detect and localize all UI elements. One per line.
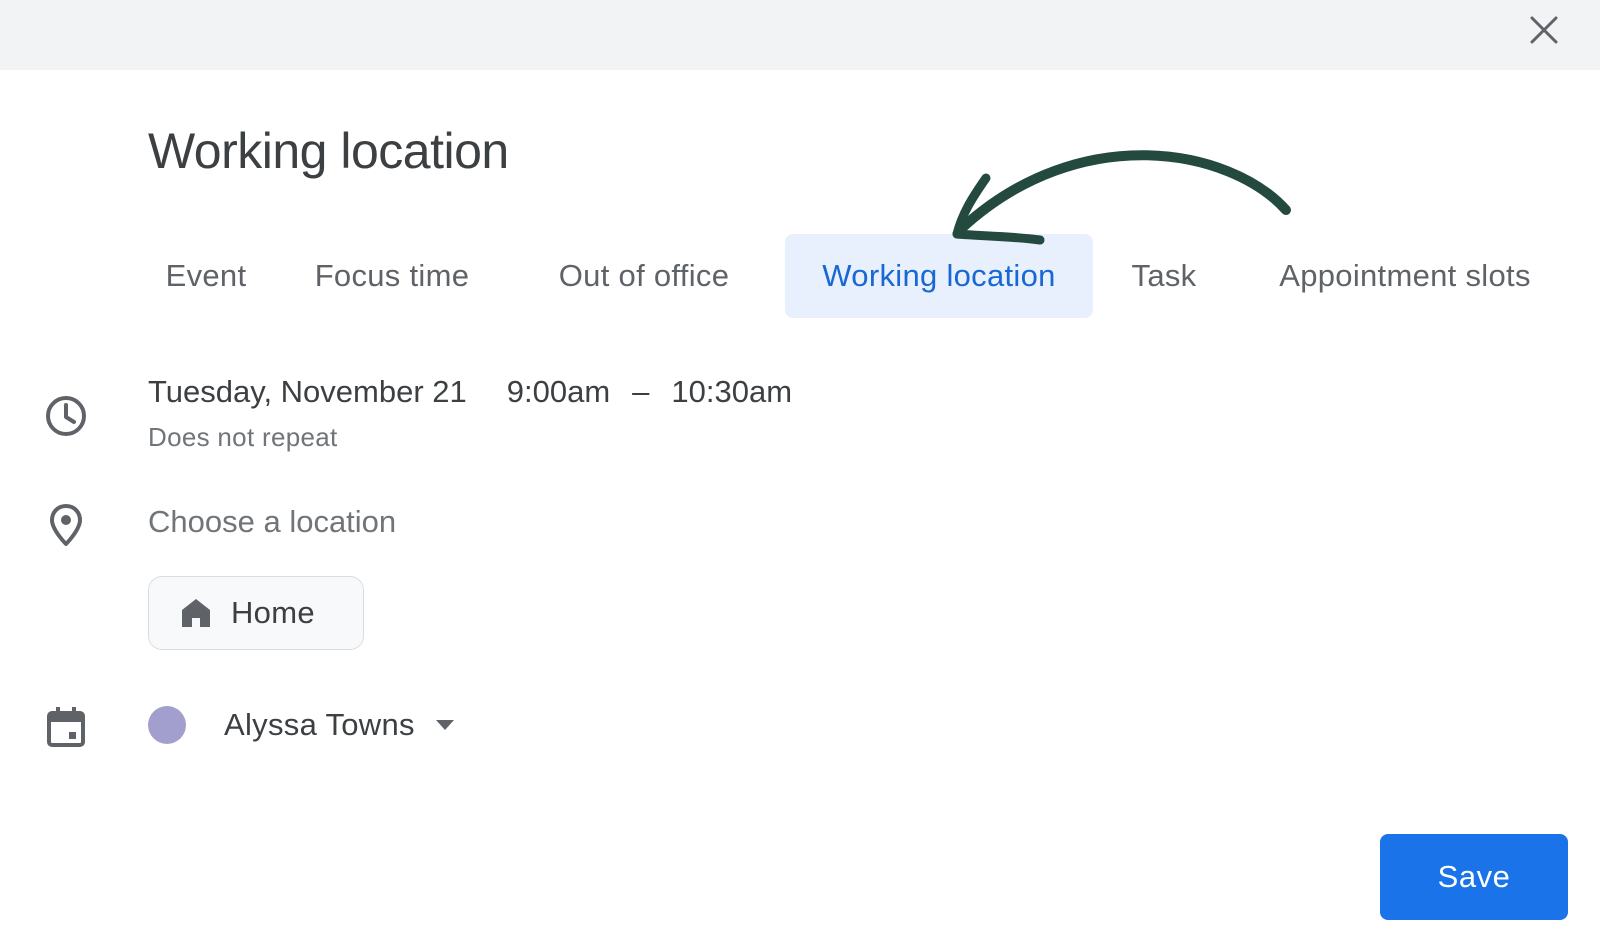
close-button[interactable] bbox=[1524, 10, 1564, 50]
repeat-selector[interactable]: Does not repeat bbox=[148, 422, 338, 453]
location-input[interactable] bbox=[148, 500, 748, 544]
time-separator: – bbox=[632, 374, 650, 409]
end-time-selector[interactable]: 10:30am bbox=[671, 374, 792, 410]
calendar-icon bbox=[46, 706, 86, 748]
date-time-line: Tuesday, November 21 9:00am – 10:30am bbox=[148, 374, 792, 410]
dialog-header-bar bbox=[0, 0, 1600, 70]
tab-out-of-office[interactable]: Out of office bbox=[526, 234, 762, 318]
calendar-color-dot bbox=[148, 706, 186, 744]
tab-appointment-slots[interactable]: Appointment slots bbox=[1250, 234, 1560, 318]
close-icon bbox=[1530, 16, 1558, 44]
tab-focus-time[interactable]: Focus time bbox=[288, 234, 496, 318]
start-time-selector[interactable]: 9:00am bbox=[507, 374, 610, 410]
save-button[interactable]: Save bbox=[1380, 834, 1568, 920]
date-selector[interactable]: Tuesday, November 21 bbox=[148, 374, 467, 410]
location-pin-icon bbox=[46, 502, 86, 550]
home-icon bbox=[182, 599, 210, 627]
caret-down-icon bbox=[435, 720, 454, 730]
tab-task[interactable]: Task bbox=[1116, 234, 1212, 318]
calendar-owner-name: Alyssa Towns bbox=[224, 707, 415, 742]
calendar-owner-selector[interactable]: Alyssa Towns bbox=[148, 700, 455, 750]
home-location-chip[interactable]: Home bbox=[148, 576, 364, 650]
dialog-title: Working location bbox=[148, 123, 509, 179]
tab-working-location[interactable]: Working location bbox=[785, 234, 1093, 318]
tab-event[interactable]: Event bbox=[146, 234, 266, 318]
clock-icon bbox=[44, 394, 88, 438]
home-chip-label: Home bbox=[231, 595, 315, 630]
